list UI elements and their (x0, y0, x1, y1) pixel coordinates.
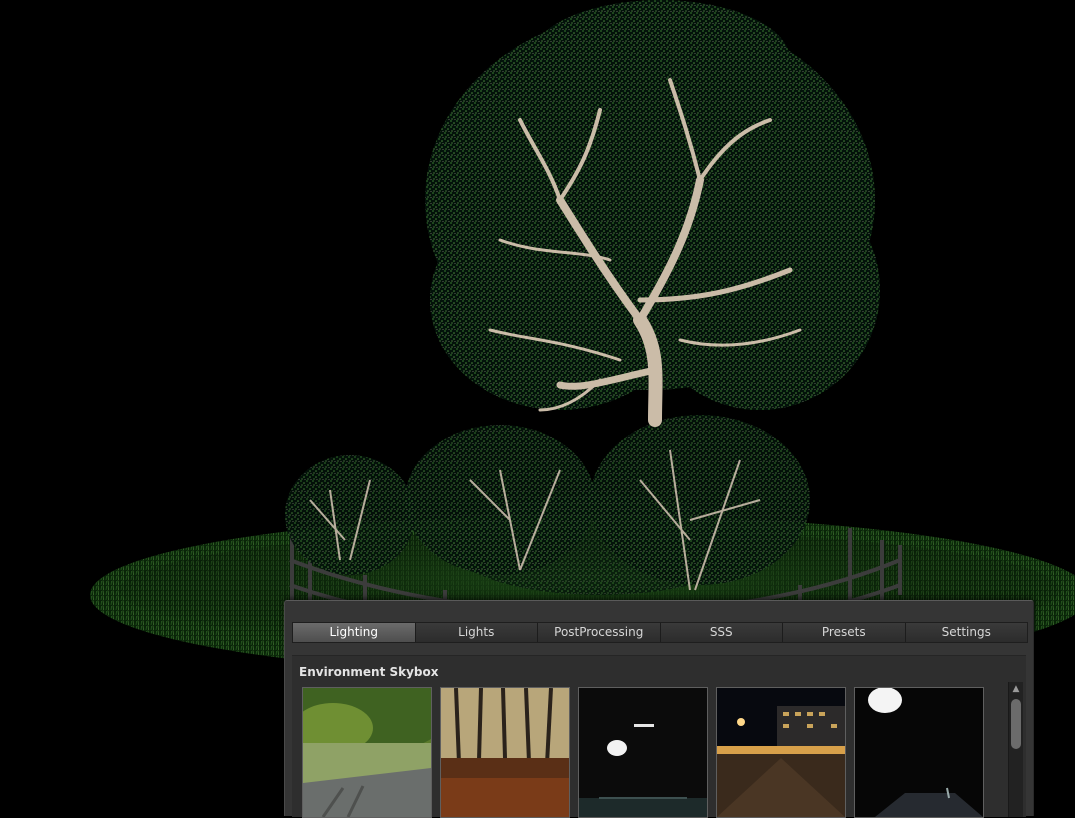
scroll-up-arrow-icon[interactable]: ▲ (1009, 682, 1023, 696)
tab-lights[interactable]: Lights (415, 623, 538, 642)
studio-spotlight-skybox-icon (855, 688, 983, 817)
tab-postprocessing[interactable]: PostProcessing (538, 623, 661, 642)
tab-lighting[interactable]: Lighting (293, 623, 416, 642)
night-street-skybox-icon (717, 688, 845, 817)
skybox-thumb-park[interactable] (302, 687, 432, 818)
section-title: Environment Skybox (299, 665, 439, 679)
tab-presets[interactable]: Presets (783, 623, 906, 642)
autumn-forest-skybox-icon (441, 688, 569, 817)
render-settings-panel: Lighting Lights PostProcessing SSS Prese… (284, 600, 1034, 818)
scrollbar-thumb[interactable] (1011, 699, 1021, 749)
tab-sss[interactable]: SSS (660, 623, 783, 642)
skybox-thumb-forest[interactable] (440, 687, 570, 818)
skybox-thumb-spotlight[interactable] (854, 687, 984, 818)
gallery-scrollbar[interactable]: ▲ (1008, 682, 1023, 817)
tab-bar: Lighting Lights PostProcessing SSS Prese… (292, 622, 1028, 643)
park-tree-skybox-icon (303, 688, 431, 817)
skybox-thumb-night-street[interactable] (716, 687, 846, 818)
lighting-tab-content: Environment Skybox ▲ (292, 655, 1026, 818)
dark-studio-skybox-icon (579, 688, 707, 817)
skybox-thumb-studio-dark[interactable] (578, 687, 708, 818)
tab-settings[interactable]: Settings (905, 623, 1027, 642)
